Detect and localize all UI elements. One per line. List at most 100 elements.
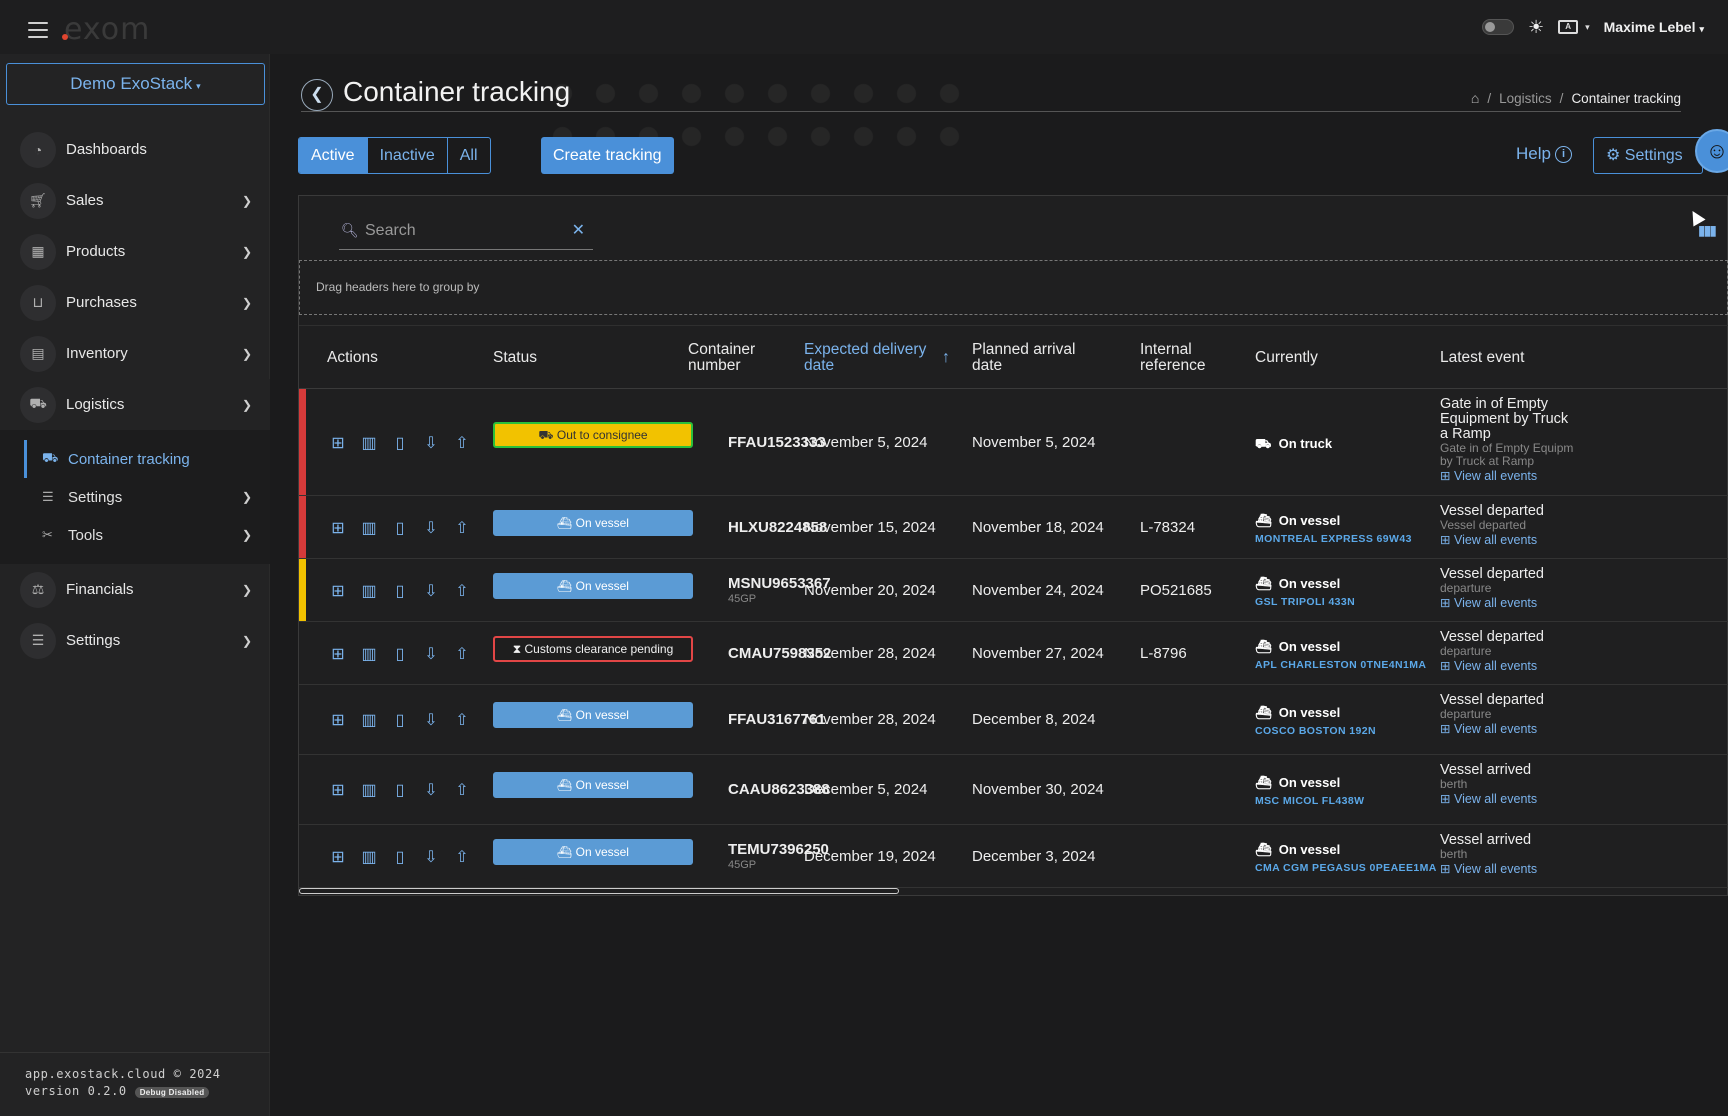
col-planned-arrival[interactable]: Planned arrival date (972, 326, 1082, 390)
event-subtitle: departure (1440, 581, 1492, 595)
upload-icon[interactable]: ⇧ (451, 518, 473, 538)
back-button[interactable]: ❮ (301, 79, 333, 111)
sidebar-item-logistics[interactable]: ⛟ Logistics ❯ (0, 379, 270, 430)
sidebar-item-sales[interactable]: 🛒︎ Sales ❯ (0, 175, 270, 226)
row-actions: ⊞ ▥ ▯ ⇩ ⇧ (327, 780, 473, 800)
help-link[interactable]: Help i (1516, 144, 1572, 164)
close-icon[interactable]: ✕ (572, 220, 585, 240)
current-location: ⛴ On vessel GSL TRIPOLI 433N (1255, 575, 1356, 608)
group-by-zone[interactable]: Drag headers here to group by (299, 260, 1728, 315)
horizontal-scrollbar[interactable] (299, 888, 899, 894)
containers-icon[interactable]: ▥ (358, 644, 380, 664)
col-status[interactable]: Status (493, 326, 537, 390)
document-icon[interactable]: ▯ (389, 780, 411, 800)
sidebar-item-financials[interactable]: ⚖ Financials ❯ (0, 564, 270, 615)
vessel-name[interactable]: COSCO BOSTON 192N (1255, 725, 1376, 737)
map-icon[interactable]: ⊞ (327, 710, 349, 730)
containers-icon[interactable]: ▥ (358, 518, 380, 538)
sidebar-item-purchases[interactable]: ⊔ Purchases ❯ (0, 277, 270, 328)
view-all-events-link[interactable]: ⊞ View all events (1440, 595, 1580, 611)
download-icon[interactable]: ⇩ (420, 847, 442, 867)
search-box: 🔍︎ ✕ (339, 212, 593, 250)
user-menu[interactable]: Maxime Lebel ▾ (1604, 19, 1704, 35)
download-icon[interactable]: ⇩ (420, 644, 442, 664)
chevron-left-icon: ❮ (310, 86, 324, 103)
logo: exom (62, 12, 151, 47)
document-icon[interactable]: ▯ (389, 710, 411, 730)
sidebar-item-settings[interactable]: ☰ Settings ❯ (0, 615, 270, 666)
language-selector[interactable]: A ▾ (1558, 20, 1590, 34)
document-icon[interactable]: ▯ (389, 847, 411, 867)
map-icon[interactable]: ⊞ (327, 847, 349, 867)
view-all-events-link[interactable]: ⊞ View all events (1440, 721, 1580, 737)
status-icon: ⛴ (557, 708, 573, 722)
map-icon[interactable]: ⊞ (327, 644, 349, 664)
download-icon[interactable]: ⇩ (420, 780, 442, 800)
create-tracking-button[interactable]: Create tracking (541, 137, 674, 174)
sidebar-footer: app.exostack.cloud © 2024 version 0.2.0 D… (0, 1052, 270, 1116)
breadcrumb-logistics[interactable]: Logistics (1499, 91, 1552, 106)
vessel-name[interactable]: GSL TRIPOLI 433N (1255, 596, 1355, 608)
upload-icon[interactable]: ⇧ (451, 780, 473, 800)
sidebar-item-inventory[interactable]: ▤ Inventory ❯ (0, 328, 270, 379)
containers-icon[interactable]: ▥ (358, 581, 380, 601)
view-all-events-link[interactable]: ⊞ View all events (1440, 532, 1580, 548)
vessel-name[interactable]: MSC MICOL FL438W (1255, 795, 1364, 807)
download-icon[interactable]: ⇩ (420, 710, 442, 730)
col-expected-delivery[interactable]: Expected delivery date ↑ (804, 326, 954, 390)
col-container-number[interactable]: Container number (688, 326, 778, 390)
view-all-events-link[interactable]: ⊞ View all events (1440, 861, 1580, 877)
col-currently[interactable]: Currently (1255, 326, 1318, 390)
dark-mode-toggle[interactable] (1481, 19, 1514, 35)
containers-icon[interactable]: ▥ (358, 433, 380, 453)
search-input[interactable] (365, 218, 555, 244)
organization-selector[interactable]: Demo ExoStack ▾ (6, 63, 265, 105)
sidebar-item-container-tracking[interactable]: ⛟ Container tracking (0, 440, 270, 478)
view-all-events-link[interactable]: ⊞ View all events (1440, 791, 1580, 807)
map-icon[interactable]: ⊞ (327, 433, 349, 453)
vessel-name[interactable]: MONTREAL EXPRESS 69W43 (1255, 533, 1412, 545)
download-icon[interactable]: ⇩ (420, 581, 442, 601)
planned-arrival-date: December 8, 2024 (972, 711, 1096, 728)
map-icon[interactable]: ⊞ (327, 780, 349, 800)
col-latest-event[interactable]: Latest event (1440, 326, 1524, 390)
containers-icon[interactable]: ▥ (358, 847, 380, 867)
col-internal-reference[interactable]: Internal reference (1140, 326, 1220, 390)
vessel-name[interactable]: CMA CGM PEGASUS 0PEAEE1MA (1255, 862, 1437, 874)
download-icon[interactable]: ⇩ (420, 433, 442, 453)
document-icon[interactable]: ▯ (389, 433, 411, 453)
vessel-name[interactable]: APL CHARLESTON 0TNE4N1MA (1255, 659, 1426, 671)
filter-all[interactable]: All (448, 138, 490, 173)
view-all-events-link[interactable]: ⊞ View all events (1440, 658, 1580, 674)
document-icon[interactable]: ▯ (389, 644, 411, 664)
map-icon[interactable]: ⊞ (327, 518, 349, 538)
upload-icon[interactable]: ⇧ (451, 644, 473, 664)
filter-inactive[interactable]: Inactive (368, 138, 448, 173)
settings-button[interactable]: ⚙ Settings (1593, 137, 1703, 174)
map-icon[interactable]: ⊞ (327, 581, 349, 601)
table-row: ⊞ ▥ ▯ ⇩ ⇧ ⛴ On vessel FFAU3167761 November 28, … (299, 685, 1728, 755)
sidebar-item-logistics-settings[interactable]: ☰ Settings ❯ (0, 478, 270, 516)
sidebar-item-tools[interactable]: ✂ Tools ❯ (0, 516, 270, 554)
main-content: ❮ Container tracking ⌂ / Logistics / Conta… (271, 54, 1728, 1116)
menu-icon[interactable] (28, 22, 48, 38)
containers-icon[interactable]: ▥ (358, 780, 380, 800)
chevron-right-icon: ❯ (241, 244, 252, 259)
view-all-events-link[interactable]: ⊞ View all events (1440, 468, 1580, 484)
home-icon[interactable]: ⌂ (1471, 90, 1479, 106)
upload-icon[interactable]: ⇧ (451, 433, 473, 453)
upload-icon[interactable]: ⇧ (451, 847, 473, 867)
document-icon[interactable]: ▯ (389, 518, 411, 538)
document-icon[interactable]: ▯ (389, 581, 411, 601)
download-icon[interactable]: ⇩ (420, 518, 442, 538)
filter-active[interactable]: Active (299, 138, 368, 173)
upload-icon[interactable]: ⇧ (451, 581, 473, 601)
column-chooser-icon[interactable]: ▮▮▮ (1698, 222, 1717, 239)
upload-icon[interactable]: ⇧ (451, 710, 473, 730)
containers-icon[interactable]: ▥ (358, 710, 380, 730)
col-actions[interactable]: Actions (327, 326, 378, 390)
sidebar-item-products[interactable]: ▦ Products ❯ (0, 226, 270, 277)
sun-icon[interactable]: ☀ (1528, 17, 1544, 38)
internal-reference: L-8796 (1140, 644, 1187, 662)
sidebar-item-dashboards[interactable]: ◔ Dashboards (0, 124, 270, 175)
